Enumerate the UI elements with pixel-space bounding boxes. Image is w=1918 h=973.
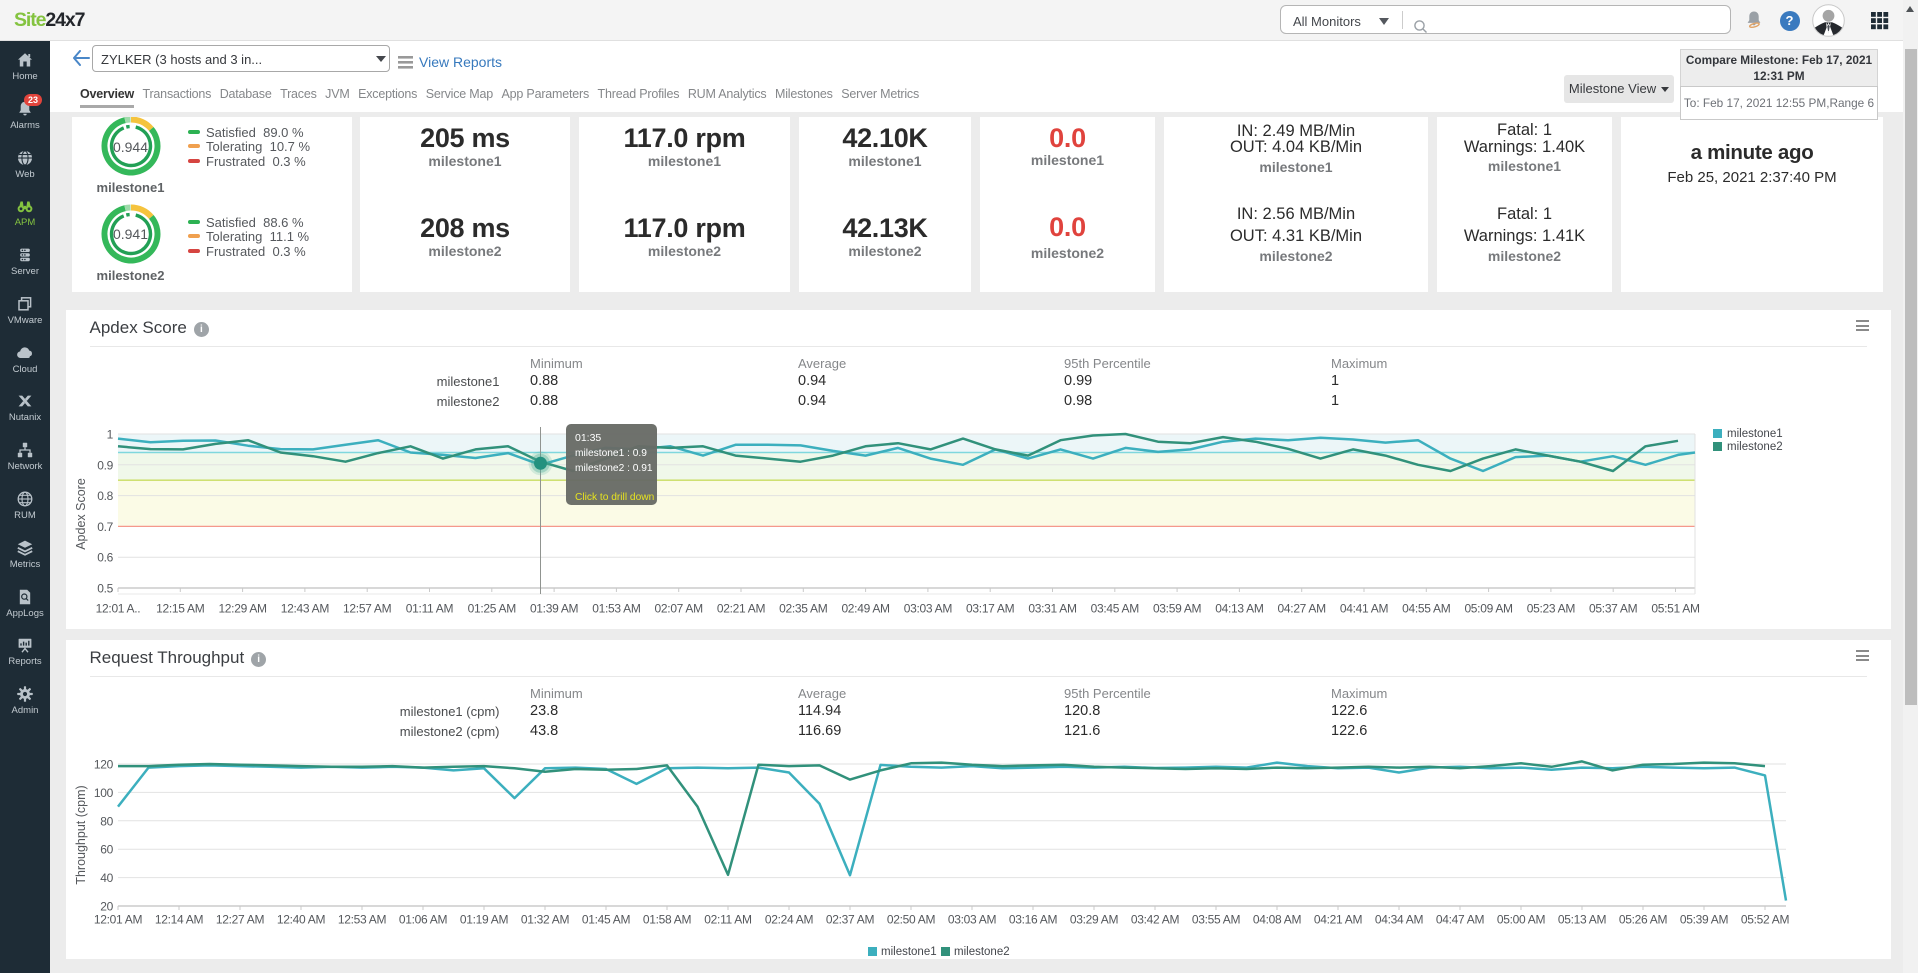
svg-text:05:23 AM: 05:23 AM: [1527, 602, 1576, 616]
svg-text:Click to drill down: Click to drill down: [575, 492, 654, 503]
svg-text:milestone2 : 0.91: milestone2 : 0.91: [575, 463, 653, 474]
svg-text:03:03 AM: 03:03 AM: [904, 602, 953, 616]
svg-text:02:35 AM: 02:35 AM: [779, 602, 828, 616]
svg-text:04:55 AM: 04:55 AM: [1402, 602, 1451, 616]
svg-text:Throughput (cpm): Throughput (cpm): [75, 785, 88, 884]
svg-text:milestone1: milestone1: [1727, 428, 1783, 440]
svg-text:milestone1: milestone1: [881, 946, 937, 958]
svg-text:02:50 AM: 02:50 AM: [887, 913, 936, 927]
svg-text:05:39 AM: 05:39 AM: [1680, 913, 1729, 927]
svg-text:01:58 AM: 01:58 AM: [643, 913, 692, 927]
svg-text:03:17 AM: 03:17 AM: [966, 602, 1015, 616]
svg-text:0.6: 0.6: [97, 551, 113, 565]
svg-text:04:21 AM: 04:21 AM: [1314, 913, 1363, 927]
svg-text:12:01 A..: 12:01 A..: [96, 602, 141, 616]
svg-text:03:55 AM: 03:55 AM: [1192, 913, 1241, 927]
svg-text:milestone1 : 0.9: milestone1 : 0.9: [575, 448, 647, 459]
svg-text:04:08 AM: 04:08 AM: [1253, 913, 1302, 927]
svg-text:03:45 AM: 03:45 AM: [1091, 602, 1140, 616]
svg-text:100: 100: [94, 786, 114, 800]
svg-text:Apdex Score: Apdex Score: [75, 478, 88, 550]
svg-text:03:59 AM: 03:59 AM: [1153, 602, 1202, 616]
svg-text:60: 60: [100, 843, 113, 857]
svg-text:12:53 AM: 12:53 AM: [338, 913, 387, 927]
svg-text:0.9: 0.9: [97, 458, 113, 472]
svg-text:12:57 AM: 12:57 AM: [343, 602, 392, 616]
svg-text:02:37 AM: 02:37 AM: [826, 913, 875, 927]
svg-text:03:31 AM: 03:31 AM: [1028, 602, 1077, 616]
svg-text:01:19 AM: 01:19 AM: [460, 913, 509, 927]
svg-text:02:49 AM: 02:49 AM: [841, 602, 890, 616]
svg-text:0.5: 0.5: [97, 582, 113, 596]
svg-text:01:45 AM: 01:45 AM: [582, 913, 631, 927]
svg-text:01:39 AM: 01:39 AM: [530, 602, 579, 616]
svg-text:03:03 AM: 03:03 AM: [948, 913, 997, 927]
svg-text:12:29 AM: 12:29 AM: [218, 602, 267, 616]
svg-text:05:00 AM: 05:00 AM: [1497, 913, 1546, 927]
svg-text:12:01 AM: 12:01 AM: [94, 913, 143, 927]
svg-text:03:42 AM: 03:42 AM: [1131, 913, 1180, 927]
svg-text:02:24 AM: 02:24 AM: [765, 913, 814, 927]
svg-text:12:40 AM: 12:40 AM: [277, 913, 326, 927]
svg-text:0.7: 0.7: [97, 520, 113, 534]
svg-text:120: 120: [94, 758, 114, 772]
svg-text:05:37 AM: 05:37 AM: [1589, 602, 1638, 616]
svg-text:80: 80: [100, 814, 113, 828]
svg-text:05:51 AM: 05:51 AM: [1651, 602, 1700, 616]
svg-text:12:27 AM: 12:27 AM: [216, 913, 265, 927]
svg-text:01:06 AM: 01:06 AM: [399, 913, 448, 927]
svg-text:05:13 AM: 05:13 AM: [1558, 913, 1607, 927]
svg-text:milestone2: milestone2: [954, 946, 1010, 958]
svg-text:04:41 AM: 04:41 AM: [1340, 602, 1389, 616]
svg-text:04:13 AM: 04:13 AM: [1215, 602, 1264, 616]
svg-text:0.8: 0.8: [97, 489, 113, 503]
svg-text:03:29 AM: 03:29 AM: [1070, 913, 1119, 927]
svg-text:02:11 AM: 02:11 AM: [704, 913, 752, 927]
svg-text:01:53 AM: 01:53 AM: [592, 602, 641, 616]
svg-text:12:14 AM: 12:14 AM: [155, 913, 204, 927]
svg-text:04:34 AM: 04:34 AM: [1375, 913, 1424, 927]
svg-text:12:15 AM: 12:15 AM: [156, 602, 205, 616]
svg-text:04:47 AM: 04:47 AM: [1436, 913, 1485, 927]
svg-text:05:26 AM: 05:26 AM: [1619, 913, 1668, 927]
svg-text:01:25 AM: 01:25 AM: [468, 602, 517, 616]
svg-text:04:27 AM: 04:27 AM: [1278, 602, 1327, 616]
svg-text:12:43 AM: 12:43 AM: [281, 602, 330, 616]
svg-text:40: 40: [100, 871, 113, 885]
svg-text:05:52 AM: 05:52 AM: [1741, 913, 1790, 927]
svg-text:03:16 AM: 03:16 AM: [1009, 913, 1058, 927]
svg-text:20: 20: [100, 900, 113, 914]
svg-text:milestone2: milestone2: [1727, 441, 1783, 453]
svg-text:01:11 AM: 01:11 AM: [406, 602, 454, 616]
svg-text:01:35: 01:35: [575, 432, 601, 444]
svg-text:02:21 AM: 02:21 AM: [717, 602, 766, 616]
svg-text:1: 1: [107, 428, 114, 442]
svg-text:01:32 AM: 01:32 AM: [521, 913, 570, 927]
svg-text:02:07 AM: 02:07 AM: [655, 602, 704, 616]
svg-text:05:09 AM: 05:09 AM: [1464, 602, 1513, 616]
